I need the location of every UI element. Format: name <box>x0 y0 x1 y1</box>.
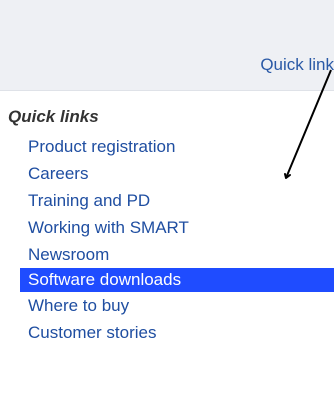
top-bar: Quick link <box>0 0 334 91</box>
menu-item-label[interactable]: Careers <box>0 160 334 187</box>
menu-item-label[interactable]: Customer stories <box>0 319 334 346</box>
menu-item-training-and-pd[interactable]: Training and PD <box>0 187 334 214</box>
menu-item-working-with-smart[interactable]: Working with SMART <box>0 214 334 241</box>
menu-item-newsroom[interactable]: Newsroom <box>0 241 334 268</box>
menu-item-label[interactable]: Software downloads <box>20 268 334 292</box>
quick-link-tab[interactable]: Quick link <box>260 55 334 75</box>
menu-item-label[interactable]: Where to buy <box>0 292 334 319</box>
menu-item-careers[interactable]: Careers <box>0 160 334 187</box>
quick-links-menu: Product registration Careers Training an… <box>0 133 334 346</box>
menu-item-label[interactable]: Product registration <box>0 133 334 160</box>
menu-item-label[interactable]: Working with SMART <box>0 214 334 241</box>
menu-item-where-to-buy[interactable]: Where to buy <box>0 292 334 319</box>
quick-links-heading: Quick links <box>8 107 99 126</box>
menu-item-customer-stories[interactable]: Customer stories <box>0 319 334 346</box>
menu-item-product-registration[interactable]: Product registration <box>0 133 334 160</box>
menu-item-label[interactable]: Newsroom <box>0 241 334 268</box>
menu-item-label[interactable]: Training and PD <box>0 187 334 214</box>
menu-item-software-downloads[interactable]: Software downloads <box>20 268 334 292</box>
